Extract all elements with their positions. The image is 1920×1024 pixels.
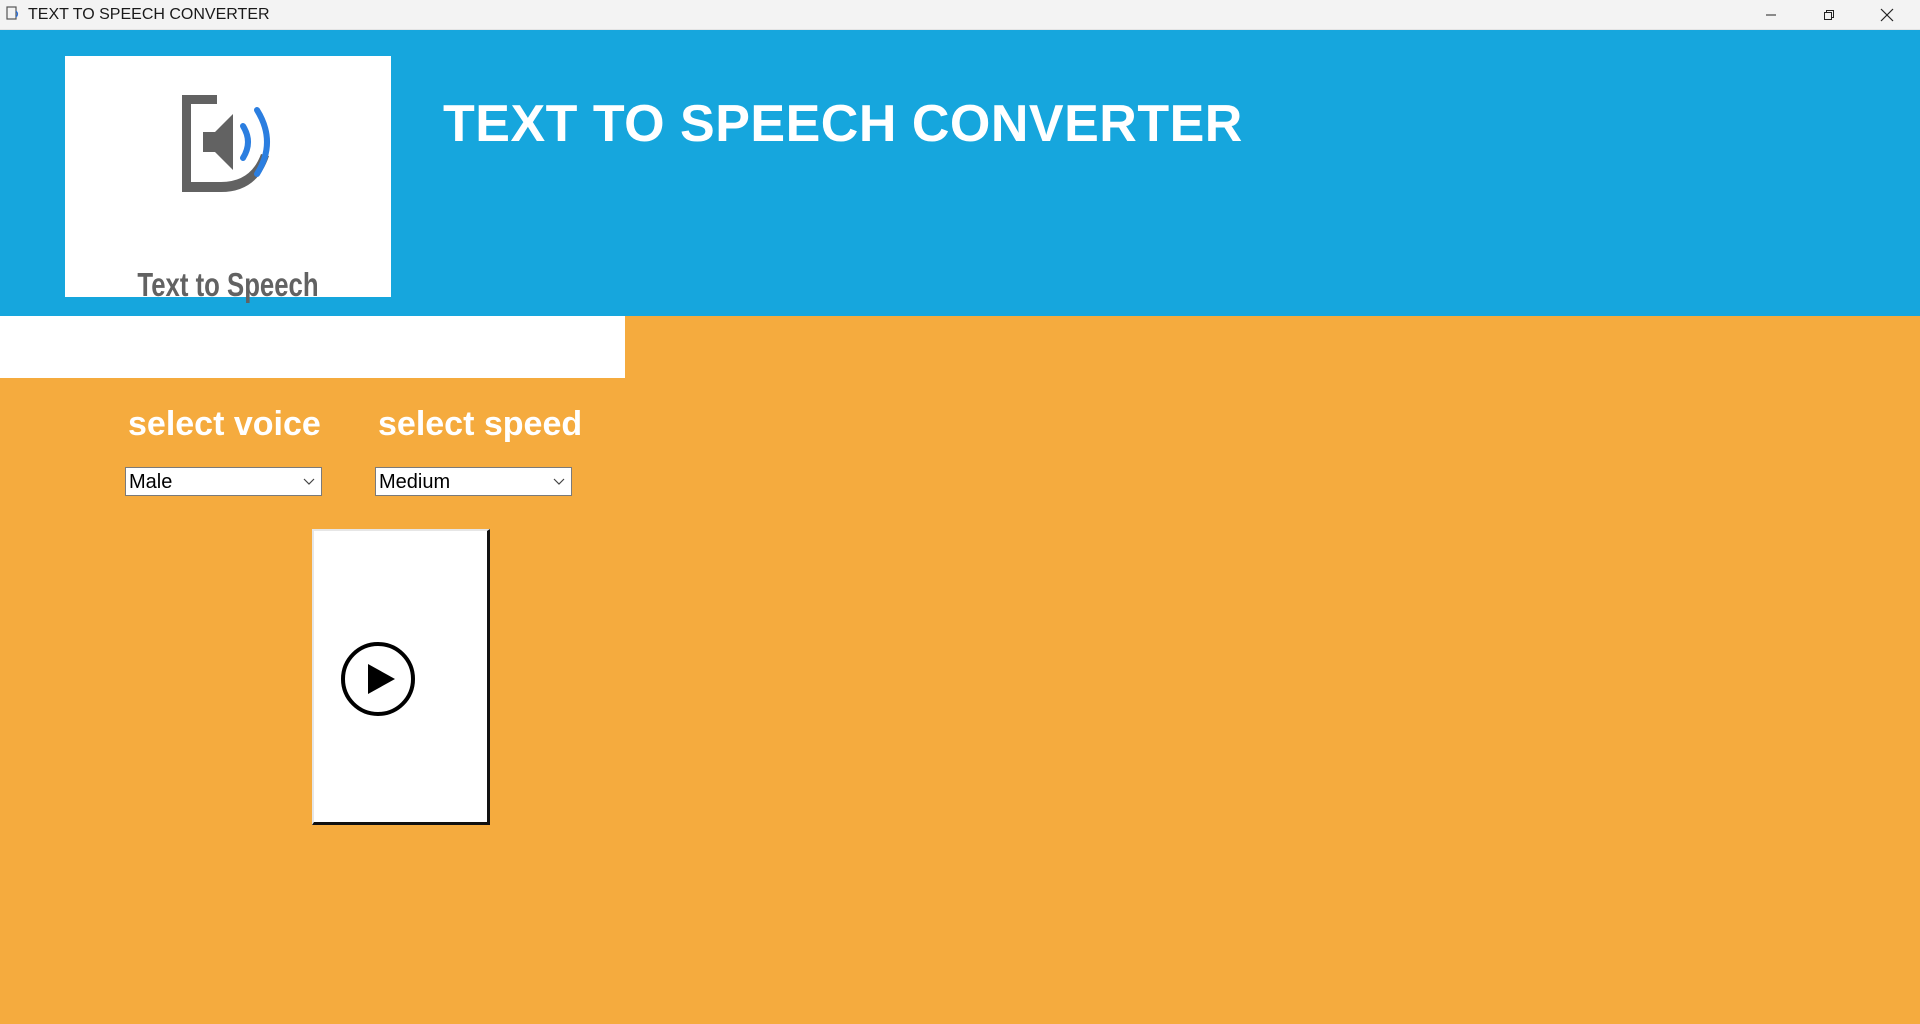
logo-text: Text to Speech [137, 266, 319, 303]
chevron-down-icon [303, 478, 315, 485]
play-icon [341, 642, 415, 716]
speed-select[interactable]: Medium [375, 467, 572, 496]
minimize-button[interactable] [1742, 0, 1800, 29]
chevron-down-icon [553, 478, 565, 485]
app-icon [6, 6, 20, 22]
close-button[interactable] [1858, 0, 1916, 29]
logo: Text to Speech [65, 56, 391, 303]
voice-label: select voice [128, 405, 321, 443]
restore-button[interactable] [1800, 0, 1858, 29]
speed-select-value: Medium [379, 471, 451, 493]
text-input[interactable] [0, 316, 625, 378]
window-titlebar: TEXT TO SPEECH CONVERTER [0, 0, 1920, 30]
speed-label: select speed [378, 405, 583, 443]
page-title: TEXT TO SPEECH CONVERTER [443, 95, 1243, 153]
speaker-icon [177, 90, 277, 201]
voice-select[interactable]: Male [125, 467, 322, 496]
window-title: TEXT TO SPEECH CONVERTER [28, 6, 270, 23]
voice-select-value: Male [129, 471, 173, 493]
header-banner: Text to Speech TEXT TO SPEECH CONVERTER [0, 30, 1920, 316]
play-button[interactable] [312, 529, 490, 825]
